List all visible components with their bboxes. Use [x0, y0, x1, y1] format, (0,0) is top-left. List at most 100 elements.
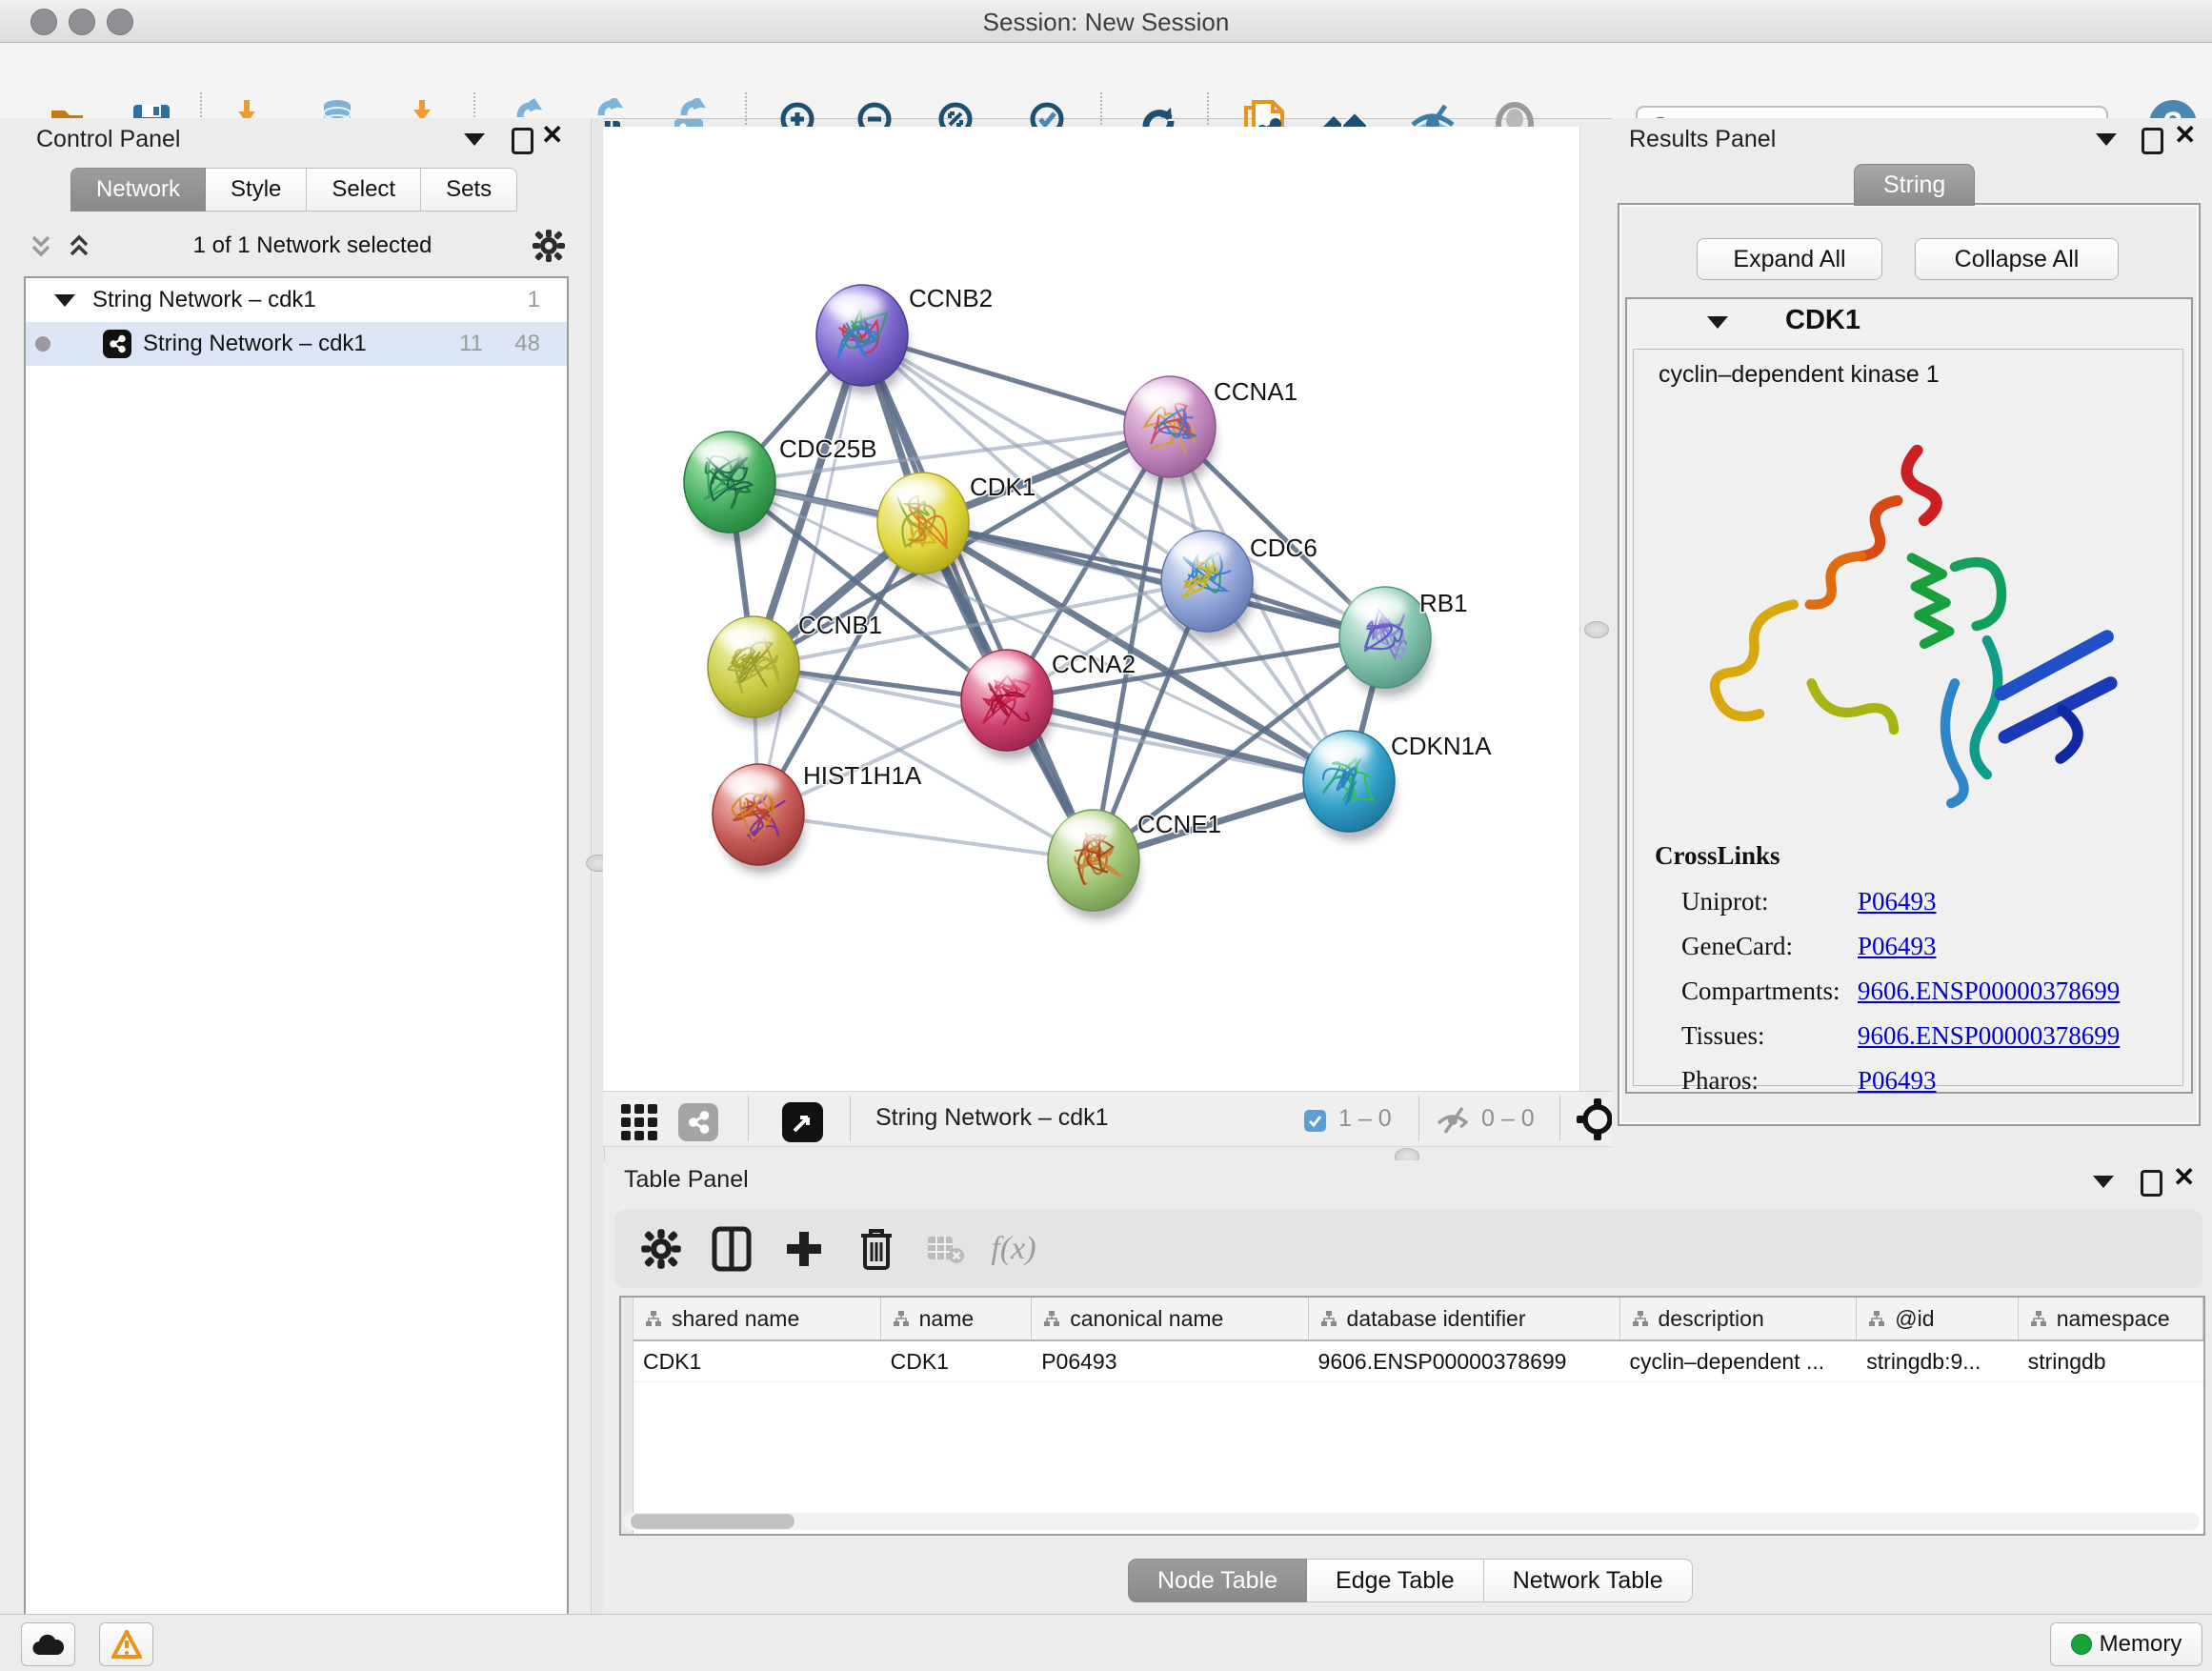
control-panel: Control Panel ✕ NetworkStyleSelectSets 1… [0, 118, 591, 1614]
tab-network[interactable]: Network [70, 168, 206, 211]
cloud-button[interactable] [21, 1622, 75, 1666]
crosslink-value-link[interactable]: P06493 [1858, 1066, 1937, 1096]
application-window: Session: New Session [0, 0, 2212, 1671]
node-label: CCNB1 [798, 611, 882, 639]
tab-string[interactable]: String [1854, 164, 1975, 206]
close-panel-icon[interactable]: ✕ [2174, 126, 2196, 149]
node-label: CDC6 [1250, 534, 1317, 562]
results-panel: Results Panel ✕ String Expand All Collap… [1612, 118, 2212, 1158]
table-cell[interactable]: P06493 [1032, 1341, 1308, 1381]
protein-disclosure-icon[interactable] [1707, 316, 1728, 329]
crosslink-value-link[interactable]: P06493 [1858, 932, 1937, 961]
column-header-canonical-name[interactable]: canonical name [1032, 1298, 1308, 1339]
crosslink-value-link[interactable]: 9606.ENSP00000378699 [1858, 976, 2120, 1006]
add-column-icon[interactable] [778, 1223, 830, 1275]
graph-edge[interactable] [1007, 700, 1349, 781]
graph-node-CDKN1A[interactable]: CDKN1A [1303, 731, 1492, 840]
network-node-count: 11 [459, 331, 483, 357]
close-panel-icon[interactable]: ✕ [2173, 1168, 2195, 1191]
column-header-name[interactable]: name [881, 1298, 1033, 1339]
tab-style[interactable]: Style [206, 168, 307, 211]
protein-card: CDK1 cyclin–dependent kinase 1 [1625, 297, 2193, 1094]
tab-node-table[interactable]: Node Table [1128, 1559, 1307, 1602]
selected-checkbox-icon[interactable] [1304, 1110, 1326, 1132]
float-panel-icon[interactable] [2141, 1170, 2162, 1197]
graph-node-HIST1H1A[interactable]: HIST1H1A [713, 761, 922, 874]
column-header-namespace[interactable]: namespace [2019, 1298, 2203, 1339]
tree-icon [1043, 1310, 1060, 1327]
horizontal-scrollbar[interactable] [623, 1513, 2200, 1530]
collapse-all-icon[interactable] [27, 232, 55, 260]
tab-network-table[interactable]: Network Table [1484, 1559, 1693, 1602]
graph-edge[interactable] [758, 815, 1094, 860]
float-panel-icon[interactable] [512, 128, 533, 154]
scrollbar-thumb[interactable] [631, 1514, 794, 1529]
network-options-gear-icon[interactable] [532, 229, 566, 263]
node-gloss [887, 479, 944, 506]
node-gloss [1057, 816, 1115, 843]
collection-disclosure-icon[interactable] [54, 294, 75, 307]
memory-label: Memory [2100, 1631, 2182, 1658]
collapse-panel-icon[interactable] [464, 133, 485, 146]
node-label: RB1 [1419, 589, 1468, 617]
table-cell[interactable]: 9606.ENSP00000378699 [1309, 1341, 1620, 1381]
right-splitter-handle[interactable] [1584, 621, 1609, 638]
network-collection-row[interactable]: String Network – cdk1 1 [26, 278, 567, 322]
network-status-dot [35, 336, 50, 352]
crosslink-value-link[interactable]: 9606.ENSP00000378699 [1858, 1021, 2120, 1051]
network-canvas[interactable]: CCNB2CCNA1CDC25BCDK1CDC6RB1CCNB1CCNA2CDK… [603, 127, 1579, 1091]
close-panel-icon[interactable]: ✕ [541, 126, 563, 149]
tab-sets[interactable]: Sets [421, 168, 517, 211]
network-tree: String Network – cdk1 1 String Network –… [24, 276, 569, 1671]
graph-node-CCNB2[interactable]: CCNB2 [816, 284, 993, 394]
node-gloss [971, 656, 1028, 683]
table-cell[interactable]: cyclin–dependent ... [1620, 1341, 1858, 1381]
column-header-shared-name[interactable]: shared name [633, 1298, 881, 1339]
graph-edge[interactable] [862, 335, 1170, 427]
node-label: CCNA2 [1052, 650, 1136, 678]
table-cell[interactable]: CDK1 [881, 1341, 1033, 1381]
delete-table-icon[interactable] [919, 1223, 971, 1275]
table-cell[interactable]: stringdb [2019, 1341, 2203, 1381]
protein-structure-image[interactable] [1686, 407, 2134, 816]
network-view-icon[interactable] [678, 1103, 718, 1141]
tree-icon [1320, 1310, 1337, 1327]
graph-node-CDK1[interactable]: CDK1 [877, 473, 1036, 582]
node-label: CCNE1 [1137, 810, 1221, 838]
column-header-database-identifier[interactable]: database identifier [1309, 1298, 1620, 1339]
expand-all-icon[interactable] [65, 232, 93, 260]
crosslink-label: Compartments: [1681, 976, 1858, 1006]
graph-node-RB1[interactable]: RB1 [1339, 587, 1468, 696]
window-title: Session: New Session [0, 8, 2212, 37]
network-row-selected[interactable]: String Network – cdk1 11 48 [26, 322, 567, 366]
tab-edge-table[interactable]: Edge Table [1307, 1559, 1484, 1602]
crosslink-label: Pharos: [1681, 1066, 1858, 1096]
column-header-description[interactable]: description [1620, 1298, 1858, 1339]
right-splitter[interactable] [1579, 127, 1613, 1091]
grid-view-icon[interactable] [621, 1104, 659, 1145]
function-builder-icon[interactable]: f(x) [988, 1223, 1039, 1275]
cloud-icon [32, 1632, 65, 1657]
memory-button[interactable]: Memory [2050, 1622, 2202, 1666]
birds-eye-view-icon[interactable] [782, 1102, 823, 1142]
table-cell[interactable]: CDK1 [633, 1341, 881, 1381]
node-gloss [1134, 383, 1191, 410]
node-gloss [722, 771, 779, 797]
show-columns-icon[interactable] [706, 1223, 757, 1275]
table-cell[interactable]: stringdb:9... [1857, 1341, 2018, 1381]
network-graph[interactable]: CCNB2CCNA1CDC25BCDK1CDC6RB1CCNB1CCNA2CDK… [603, 127, 1579, 1091]
hidden-eye-icon[interactable] [1434, 1104, 1472, 1141]
delete-column-icon[interactable] [851, 1223, 902, 1275]
collapse-all-button[interactable]: Collapse All [1915, 238, 2119, 280]
expand-all-button[interactable]: Expand All [1697, 238, 1882, 280]
warning-button[interactable] [99, 1622, 153, 1666]
column-header-@id[interactable]: @id [1857, 1298, 2019, 1339]
tab-select[interactable]: Select [307, 168, 421, 211]
table-row[interactable]: CDK1CDK1P064939606.ENSP00000378699cyclin… [633, 1341, 2203, 1382]
graph-node-CCNA2[interactable]: CCNA2 [961, 650, 1136, 759]
collapse-panel-icon[interactable] [2096, 133, 2117, 146]
crosslink-value-link[interactable]: P06493 [1858, 887, 1937, 916]
float-panel-icon[interactable] [2142, 128, 2163, 154]
collapse-panel-icon[interactable] [2093, 1176, 2114, 1188]
table-options-gear-icon[interactable] [635, 1223, 687, 1275]
